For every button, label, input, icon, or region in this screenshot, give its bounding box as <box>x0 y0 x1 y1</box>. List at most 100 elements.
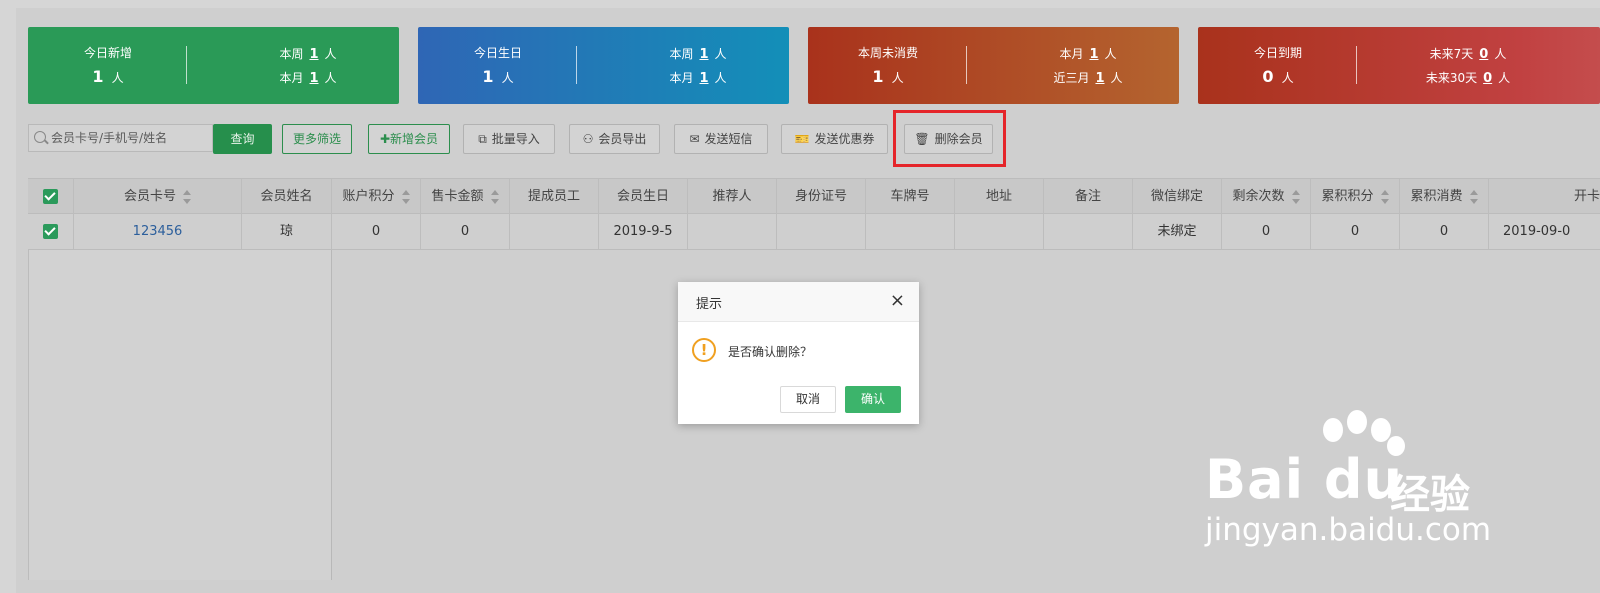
col-card-amount[interactable]: 售卡金额 <box>421 179 510 214</box>
cell-plate <box>866 214 955 249</box>
send-sms-label: 发送短信 <box>704 132 753 146</box>
card-week-label: 本周 <box>669 47 694 61</box>
cell-remark <box>1044 214 1133 249</box>
page: 今日新增 1人 本周 1 人 本月 1 人 今日生日 1人 本周 1 人 本月 1 人 本周未消… <box>0 0 1600 593</box>
col-staff: 提成员工 <box>510 179 599 214</box>
more-filter-button[interactable]: 更多筛选 <box>282 124 352 154</box>
cell-card-amount: 0 <box>421 214 510 249</box>
card-label: 今日生日 <box>473 46 522 60</box>
card-unit: 人 <box>1494 47 1507 61</box>
card-month-value[interactable]: 1 <box>309 71 318 86</box>
send-sms-button[interactable]: ✉ 发送短信 <box>674 124 768 154</box>
table-row[interactable]: 123456 琼 0 0 2019-9-5 未绑定 0 0 0 2019-09-… <box>28 214 1600 250</box>
confirm-dialog: 提示 × ! 是否确认删除？ 取消 确认 <box>678 282 919 424</box>
card-expire-today[interactable]: 今日到期 0人 未来7天 0 人 未来30天 0 人 <box>1198 27 1600 104</box>
card-3month-value[interactable]: 1 <box>1095 71 1104 86</box>
sort-icon[interactable] <box>1380 189 1389 205</box>
col-label: 会员卡号 <box>123 189 176 204</box>
close-icon[interactable]: × <box>890 290 905 311</box>
mail-icon: ✉ <box>689 132 700 146</box>
select-all-checkbox[interactable] <box>43 189 58 204</box>
card-7day-value[interactable]: 0 <box>1479 47 1488 62</box>
row-select-cell[interactable] <box>28 214 74 249</box>
card-unit: 人 <box>324 47 337 61</box>
cell-id-no <box>777 214 866 249</box>
sort-icon[interactable] <box>490 189 499 205</box>
card-no-spend-week[interactable]: 本周未消费 1人 本月 1 人 近三月 1 人 <box>808 27 1179 104</box>
ticket-icon: 🎫 <box>794 132 810 146</box>
col-card-no[interactable]: 会员卡号 <box>74 179 242 214</box>
card-unit: 人 <box>111 71 124 85</box>
sort-icon[interactable] <box>1469 189 1478 205</box>
card-unit: 人 <box>324 71 337 85</box>
col-label: 剩余次数 <box>1232 189 1285 204</box>
card-7day-label: 未来7天 <box>1429 47 1474 61</box>
stat-cards: 今日新增 1人 本周 1 人 本月 1 人 今日生日 1人 本周 1 人 本月 1 人 本周未消… <box>28 27 1600 105</box>
col-label: 累积消费 <box>1410 189 1463 204</box>
card-3month-label: 近三月 <box>1053 71 1090 85</box>
export-button[interactable]: ⚇ 会员导出 <box>569 124 660 154</box>
cell-open-date: 2019-09-0 <box>1503 224 1571 239</box>
search-box <box>28 124 213 152</box>
card-divider <box>1356 46 1357 84</box>
baidu-watermark: Bai du 经验 jingyan.baidu.com <box>1205 410 1585 560</box>
batch-import-button[interactable]: ⧉ 批量导入 <box>463 124 555 154</box>
card-new-today[interactable]: 今日新增 1人 本周 1 人 本月 1 人 <box>28 27 399 104</box>
card-label: 本周未消费 <box>857 46 918 60</box>
search-input[interactable] <box>51 127 209 149</box>
card-value: 1 <box>92 67 104 86</box>
confirm-button[interactable]: 确认 <box>845 386 901 413</box>
col-label: 备注 <box>1074 189 1101 204</box>
query-button[interactable]: 查询 <box>213 124 272 154</box>
col-label: 推荐人 <box>712 189 752 204</box>
col-total-spend[interactable]: 累积消费 <box>1400 179 1489 214</box>
highlight-box <box>893 110 1006 167</box>
col-name: 会员姓名 <box>242 179 332 214</box>
card-unit: 人 <box>714 71 727 85</box>
card-30day-label: 未来30天 <box>1425 71 1478 85</box>
add-member-button[interactable]: ✚新增会员 <box>368 124 450 154</box>
cancel-button[interactable]: 取消 <box>780 386 836 413</box>
dialog-header: 提示 × <box>678 282 919 322</box>
warning-icon: ! <box>692 338 716 362</box>
col-remaining[interactable]: 剩余次数 <box>1222 179 1311 214</box>
card-week-label: 本周 <box>279 47 304 61</box>
col-label: 售卡金额 <box>431 189 484 204</box>
cell-wechat: 未绑定 <box>1133 214 1222 249</box>
col-wechat: 微信绑定 <box>1133 179 1222 214</box>
col-id-no: 身份证号 <box>777 179 866 214</box>
row-checkbox[interactable] <box>43 224 58 239</box>
col-points[interactable]: 账户积分 <box>332 179 421 214</box>
card-week-value[interactable]: 1 <box>309 47 318 62</box>
select-all-cell[interactable] <box>28 179 74 214</box>
send-coupon-button[interactable]: 🎫 发送优惠券 <box>781 124 888 154</box>
col-label: 累积积分 <box>1321 189 1374 204</box>
cell-points: 0 <box>332 214 421 249</box>
card-month-value[interactable]: 1 <box>1089 47 1098 62</box>
card-unit: 人 <box>501 71 514 85</box>
col-total-points[interactable]: 累积积分 <box>1311 179 1400 214</box>
cell-card-no[interactable]: 123456 <box>74 214 242 249</box>
dialog-message: 是否确认删除？ <box>728 345 813 359</box>
card-birthday-today[interactable]: 今日生日 1人 本周 1 人 本月 1 人 <box>418 27 789 104</box>
sort-icon[interactable] <box>183 189 191 205</box>
batch-import-label: 批量导入 <box>491 132 540 146</box>
col-open-date: 开卡 <box>1489 179 1600 214</box>
col-plate: 车牌号 <box>866 179 955 214</box>
baidu-logo: Bai du <box>1205 448 1404 511</box>
card-week-value[interactable]: 1 <box>699 47 708 62</box>
card-month-value[interactable]: 1 <box>699 71 708 86</box>
card-month-label: 本月 <box>1059 47 1084 61</box>
col-label: 地址 <box>985 189 1012 204</box>
user-export-icon: ⚇ <box>582 132 594 146</box>
card-30day-value[interactable]: 0 <box>1483 71 1492 86</box>
col-birthday: 会员生日 <box>599 179 688 214</box>
col-label: 身份证号 <box>794 189 847 204</box>
col-label: 会员生日 <box>616 189 669 204</box>
card-unit: 人 <box>1104 47 1117 61</box>
cell-remaining: 0 <box>1222 214 1311 249</box>
sort-icon[interactable] <box>401 189 410 205</box>
sort-icon[interactable] <box>1291 189 1300 205</box>
col-label: 提成员工 <box>527 189 580 204</box>
col-label: 微信绑定 <box>1150 189 1203 204</box>
